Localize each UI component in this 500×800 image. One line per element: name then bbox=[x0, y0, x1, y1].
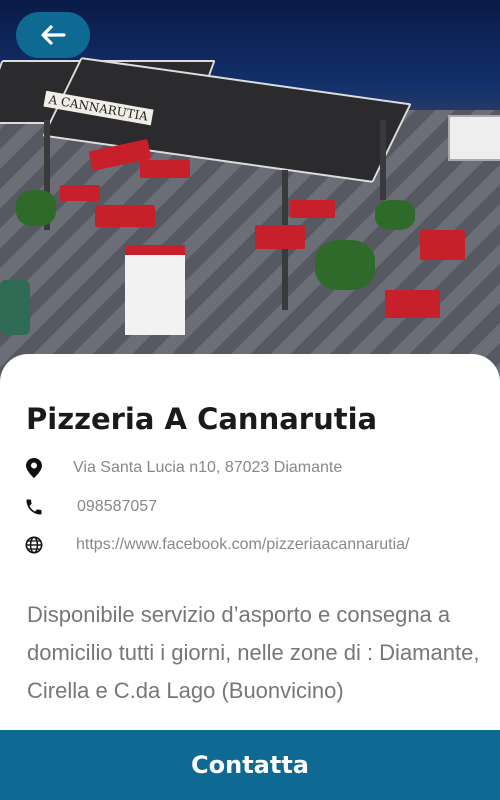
address-text: Via Santa Lucia n10, 87023 Diamante bbox=[73, 459, 343, 476]
contact-button-label: Contatta bbox=[191, 751, 309, 779]
table bbox=[385, 290, 440, 318]
fridge bbox=[125, 245, 185, 335]
table bbox=[290, 200, 335, 218]
website-row[interactable]: https://www.facebook.com/pizzeriaacannar… bbox=[24, 533, 410, 557]
description-text: Disponibile servizio d’asporto e consegn… bbox=[27, 602, 480, 703]
phone-icon bbox=[24, 497, 44, 517]
table bbox=[60, 185, 100, 201]
phone-row[interactable]: 098587057 bbox=[24, 495, 157, 519]
plant bbox=[16, 190, 56, 226]
address-row: Via Santa Lucia n10, 87023 Diamante bbox=[24, 456, 342, 480]
table bbox=[420, 230, 465, 260]
place-title: Pizzeria A Cannarutia bbox=[26, 402, 378, 436]
globe-icon bbox=[24, 535, 44, 555]
plant bbox=[375, 200, 415, 230]
contact-button[interactable]: Contatta bbox=[0, 730, 500, 800]
table bbox=[255, 225, 305, 249]
phone-text[interactable]: 098587057 bbox=[77, 498, 157, 516]
trash-bin bbox=[0, 280, 30, 335]
map-pin-icon bbox=[24, 458, 44, 478]
table bbox=[95, 205, 155, 227]
back-button[interactable] bbox=[16, 12, 90, 58]
plant bbox=[315, 240, 375, 290]
billboard bbox=[448, 115, 500, 161]
table bbox=[140, 160, 190, 178]
hero-image: A CANNARUTIA bbox=[0, 0, 500, 380]
website-link[interactable]: https://www.facebook.com/pizzeriaacannar… bbox=[76, 536, 410, 554]
arrow-left-icon bbox=[41, 25, 66, 45]
pole bbox=[380, 120, 386, 200]
